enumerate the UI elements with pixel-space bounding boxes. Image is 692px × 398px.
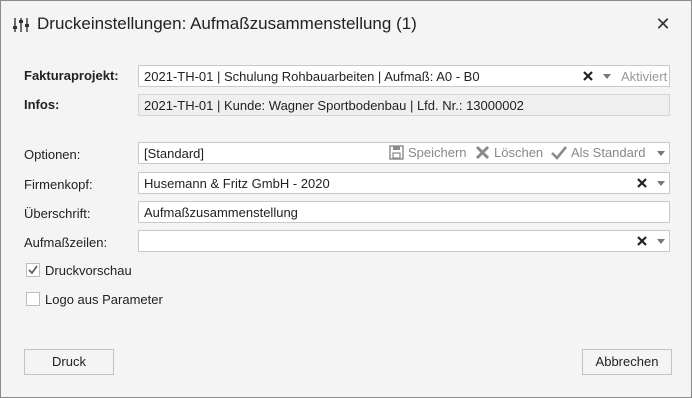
save-icon (389, 145, 404, 160)
logo-label[interactable]: Logo aus Parameter (45, 292, 163, 307)
optionen-label: Optionen: (24, 147, 81, 162)
fakturaprojekt-label: Fakturaprojekt: (24, 68, 119, 83)
optionen-field[interactable]: [Standard] Speichern Löschen Als Standar… (138, 142, 670, 164)
fakturaprojekt-field[interactable]: 2021-TH-01 | Schulung Rohbauarbeiten | A… (138, 65, 670, 87)
ueberschrift-input[interactable]: Aufmaßzusammenstellung (138, 201, 670, 223)
infos-label: Infos: (24, 97, 60, 112)
checkmark-icon (28, 265, 38, 275)
sliders-icon (13, 18, 29, 32)
clear-icon[interactable] (582, 70, 594, 82)
fakturaprojekt-value: 2021-TH-01 | Schulung Rohbauarbeiten | A… (144, 69, 480, 84)
title-bar: Druckeinstellungen: Aufmaßzusammenstellu… (1, 1, 691, 47)
delete-label: Löschen (494, 145, 544, 160)
close-icon: ✕ (655, 14, 671, 34)
clear-icon[interactable] (636, 235, 648, 247)
firmenkopf-value: Husemann & Fritz GmbH - 2020 (144, 176, 330, 191)
cancel-button[interactable]: Abbrechen (582, 349, 672, 375)
delete-icon (475, 145, 490, 160)
set-default-label: Als Standard (571, 145, 646, 160)
print-button[interactable]: Druck (24, 349, 114, 375)
chevron-down-icon[interactable] (657, 181, 665, 186)
chevron-down-icon[interactable] (657, 151, 665, 156)
activated-status: Aktiviert (621, 69, 668, 84)
aufmasszeilen-field[interactable] (138, 230, 670, 252)
ueberschrift-value: Aufmaßzusammenstellung (144, 205, 298, 220)
infos-field: 2021-TH-01 | Kunde: Wagner Sportbodenbau… (138, 94, 670, 116)
logo-checkbox[interactable] (26, 292, 40, 306)
druckvorschau-label[interactable]: Druckvorschau (45, 263, 132, 278)
ueberschrift-label: Überschrift: (24, 206, 91, 221)
chevron-down-icon[interactable] (603, 74, 611, 79)
save-label: Speichern (408, 145, 467, 160)
checkmark-icon (551, 146, 568, 160)
clear-icon[interactable] (636, 177, 648, 189)
set-default-button[interactable]: Als Standard (551, 145, 645, 160)
dialog-title: Druckeinstellungen: Aufmaßzusammenstellu… (37, 14, 417, 33)
delete-button[interactable]: Löschen (475, 145, 543, 160)
save-button[interactable]: Speichern (389, 145, 467, 160)
firmenkopf-field[interactable]: Husemann & Fritz GmbH - 2020 (138, 172, 670, 194)
chevron-down-icon[interactable] (657, 239, 665, 244)
optionen-value: [Standard] (144, 146, 204, 161)
druckvorschau-checkbox[interactable] (26, 263, 40, 277)
aufmasszeilen-label: Aufmaßzeilen: (24, 235, 108, 250)
infos-value: 2021-TH-01 | Kunde: Wagner Sportbodenbau… (144, 98, 524, 113)
firmenkopf-label: Firmenkopf: (24, 177, 93, 192)
close-button[interactable]: ✕ (651, 12, 675, 36)
print-settings-dialog: Druckeinstellungen: Aufmaßzusammenstellu… (0, 0, 692, 398)
